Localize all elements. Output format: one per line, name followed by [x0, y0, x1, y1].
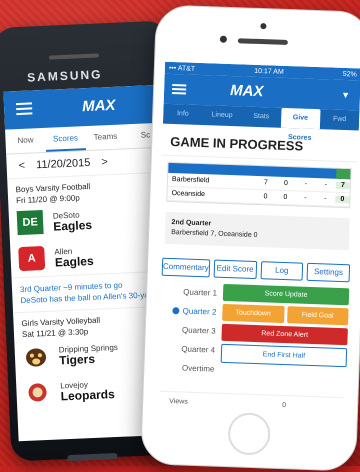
period-panel: Quarter 1 Quarter 2 Quarter 3 Quarter 4 … — [158, 282, 350, 384]
score-update-button[interactable]: Score Update — [222, 283, 350, 306]
app-bar: MAX — [3, 84, 165, 130]
score-cell: 7 — [263, 179, 269, 187]
next-date-icon[interactable]: > — [101, 156, 108, 168]
team-name: Oceanside — [171, 190, 206, 199]
menu-icon[interactable] — [15, 102, 33, 116]
log-button[interactable]: Log — [260, 261, 304, 281]
score-cell: 0 — [263, 193, 268, 201]
tab-scores[interactable]: Scores — [45, 126, 87, 152]
settings-button[interactable]: Settings — [306, 262, 351, 283]
iphone: ••• AT&T 10:17 AM 52% MAX ▼ Info Lineup … — [140, 4, 360, 472]
touchdown-button[interactable]: Touchdown — [222, 303, 285, 324]
tiger-logo-icon — [22, 344, 49, 369]
tab-teams[interactable]: Teams — [85, 124, 126, 150]
commentary-button[interactable]: Commentary — [161, 257, 211, 278]
tab-now[interactable]: Now — [5, 128, 46, 154]
end-first-half-button[interactable]: End First Half — [220, 343, 348, 368]
red-zone-alert-button[interactable]: Red Zone Alert — [221, 323, 348, 346]
tab-info[interactable]: Info — [163, 104, 203, 125]
score-cell: - — [304, 180, 308, 188]
team-mascot: Tigers — [58, 351, 96, 368]
menu-icon[interactable] — [171, 83, 187, 95]
total-cell: 0 — [335, 195, 350, 204]
tab-forward[interactable]: Fwd — [320, 109, 360, 130]
score-cell: 0 — [283, 179, 288, 188]
home-button[interactable] — [227, 412, 271, 456]
score-actions: Score Update Touchdown Field Goal Red Zo… — [220, 283, 350, 383]
period-option[interactable]: Quarter 4 — [159, 339, 222, 360]
period-option[interactable]: Quarter 3 — [159, 320, 222, 341]
field-goal-button[interactable]: Field Goal — [286, 306, 349, 326]
tab-lineup[interactable]: Lineup — [202, 105, 242, 126]
period-option[interactable]: Overtime — [158, 358, 221, 379]
toolbar: Commentary Edit Score Log Settings — [161, 257, 351, 283]
team-mascot: Eagles — [54, 253, 94, 270]
battery: 52% — [342, 70, 357, 78]
iphone-screen: ••• AT&T 10:17 AM 52% MAX ▼ Info Lineup … — [152, 61, 360, 417]
leopard-logo-icon — [24, 380, 51, 405]
score-cell: 0 — [283, 193, 288, 202]
score-cell: - — [324, 181, 328, 189]
tab-stats[interactable]: Stats — [241, 106, 281, 127]
more-icon[interactable]: ▼ — [341, 90, 350, 100]
app-logo: MAX — [81, 96, 116, 116]
carrier: ••• AT&T — [168, 64, 196, 73]
views-label: Views — [169, 398, 188, 406]
sensor-icon — [219, 35, 228, 43]
total-cell: 7 — [335, 181, 351, 190]
edit-score-button[interactable]: Edit Score — [213, 259, 257, 280]
team-name: Barbersfield — [171, 176, 210, 185]
phone-brand: SAMSUNG — [26, 67, 103, 85]
team-mascot: Leopards — [60, 387, 116, 404]
phone-speaker — [237, 38, 288, 45]
prev-date-icon[interactable]: < — [18, 160, 25, 172]
quarter-summary: 2nd Quarter Barbersfield 7, Oceanside 0 — [164, 211, 350, 251]
app-logo: MAX — [229, 82, 264, 101]
team-mascot: Eagles — [53, 217, 93, 234]
quarter-detail: Barbersfield 7, Oceanside 0 — [171, 229, 258, 240]
desoto-logo-icon: DE — [16, 210, 44, 236]
camera-icon — [260, 23, 267, 30]
score-cell: - — [324, 195, 327, 203]
phone-speaker — [48, 53, 100, 60]
scoreboard: Barbersfield 7 0 - - 7 Oceanside 0 0 - -… — [166, 161, 352, 209]
score-cell: - — [304, 194, 307, 202]
clock: 10:17 AM — [254, 67, 284, 76]
views-value: 0 — [282, 402, 287, 410]
period-option[interactable]: Quarter 1 — [161, 282, 224, 303]
views-row: Views 0 — [159, 390, 344, 412]
tab-give-scores[interactable]: Give Scores — [280, 107, 321, 142]
current-date: 11/20/2015 — [35, 156, 91, 172]
period-list: Quarter 1 Quarter 2 Quarter 3 Quarter 4 … — [158, 282, 223, 379]
period-option-selected[interactable]: Quarter 2 — [160, 301, 223, 322]
allen-logo-icon: A — [18, 246, 46, 272]
